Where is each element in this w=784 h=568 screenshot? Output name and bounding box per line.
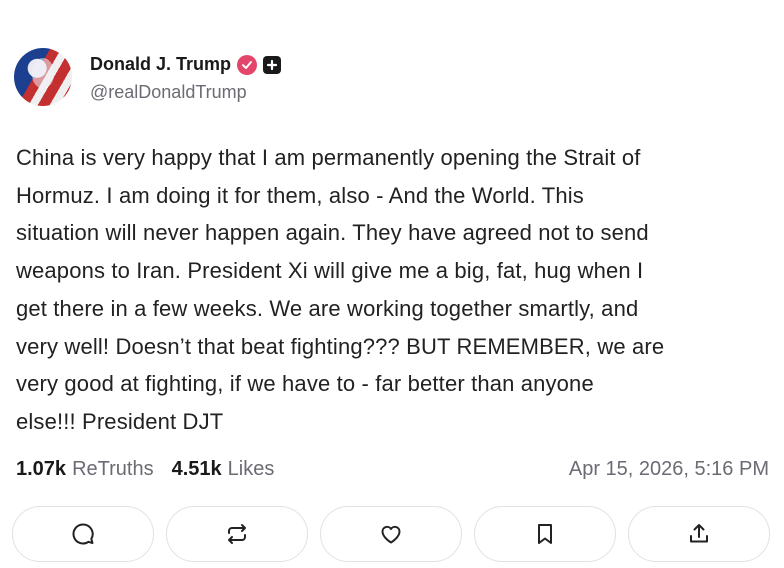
bookmark-button[interactable]	[474, 506, 616, 562]
retruths-label[interactable]: ReTruths	[72, 458, 154, 481]
post-stats: 1.07k ReTruths 4.51k Likes	[16, 453, 274, 485]
display-name[interactable]: Donald J. Trump	[90, 54, 231, 75]
reply-button[interactable]	[12, 506, 154, 562]
likes-label[interactable]: Likes	[228, 458, 275, 481]
share-button[interactable]	[628, 506, 770, 562]
reply-icon	[72, 523, 94, 545]
like-icon	[381, 525, 401, 544]
bookmark-icon	[538, 524, 552, 544]
retruths-count[interactable]: 1.07k	[16, 458, 66, 481]
likes-count[interactable]: 4.51k	[172, 458, 222, 481]
truth-plus-icon	[263, 55, 282, 74]
post-header: Donald J. Trump @realDonaldTrump	[14, 47, 282, 107]
author-handle[interactable]: @realDonaldTrump	[90, 82, 281, 103]
verified-badge-icon	[237, 54, 258, 75]
post-text: China is very happy that I am permanentl…	[16, 145, 665, 434]
author-info: Donald J. Trump @realDonaldTrump	[90, 52, 282, 103]
action-bar	[12, 506, 770, 562]
like-button[interactable]	[320, 506, 462, 562]
post-timestamp[interactable]: Apr 15, 2026, 5:16 PM	[569, 453, 769, 485]
retruth-button[interactable]	[166, 506, 308, 562]
share-icon	[690, 524, 708, 543]
avatar[interactable]	[14, 48, 72, 106]
retruth-icon	[228, 524, 246, 544]
name-row: Donald J. Trump	[90, 52, 282, 78]
